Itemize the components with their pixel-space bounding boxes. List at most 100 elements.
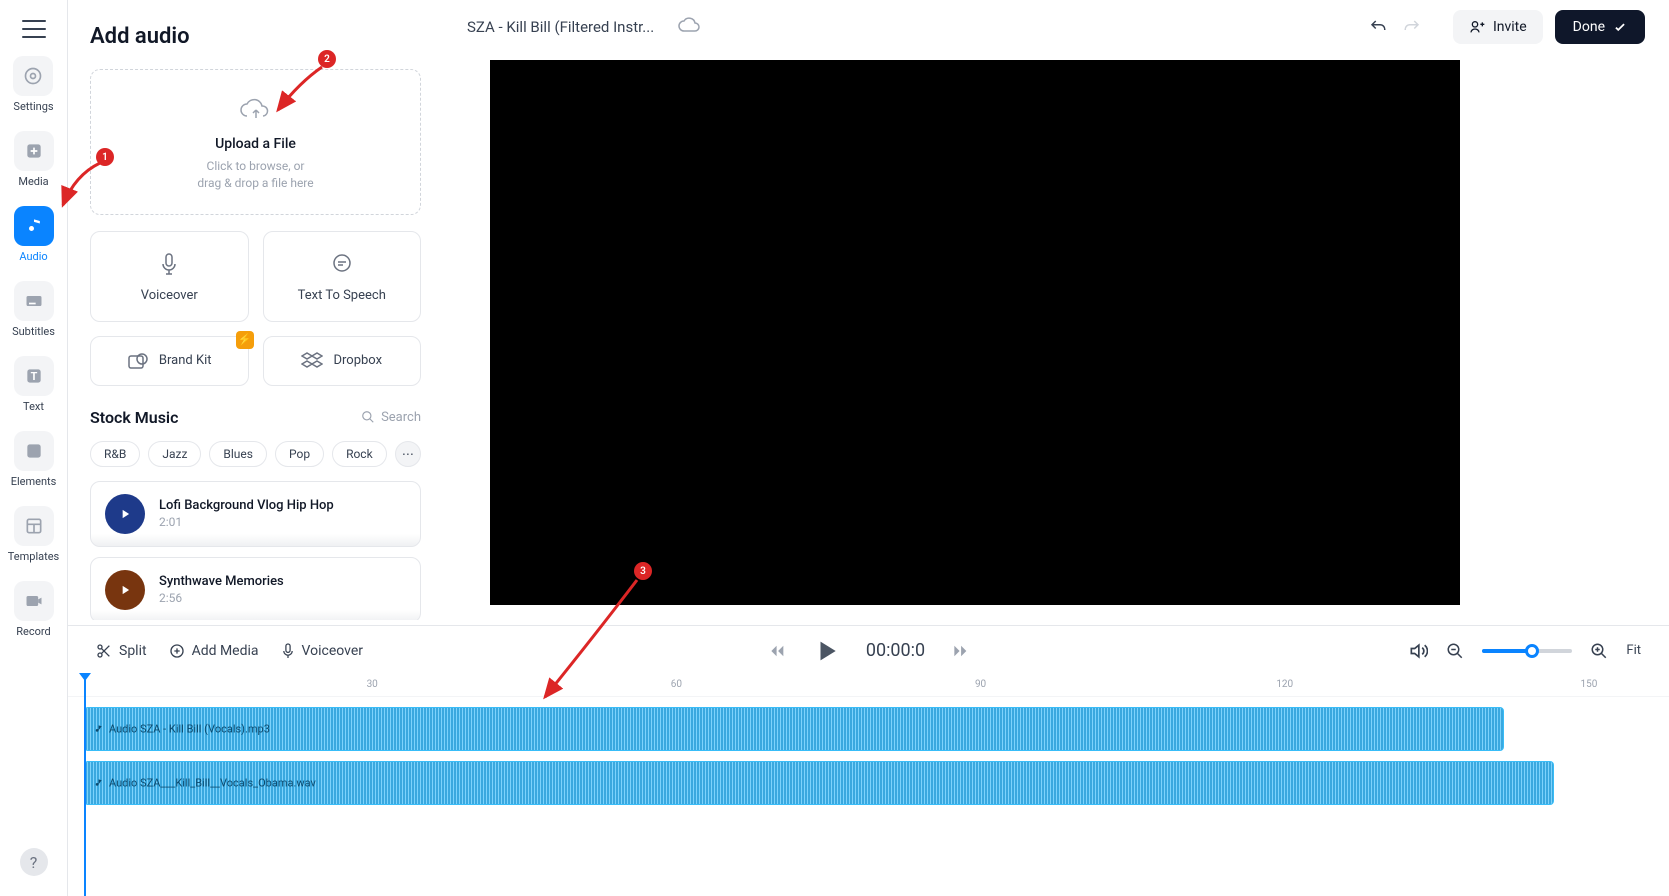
annotation-badge-1: 1 — [96, 148, 114, 166]
search-icon — [361, 410, 375, 424]
timecode: 00:00:0 — [866, 640, 925, 661]
rail-item-record[interactable]: Record — [14, 581, 54, 638]
record-icon — [14, 581, 54, 621]
rail-label: Audio — [19, 250, 47, 263]
audio-icon — [14, 206, 54, 246]
voiceover-label: Voiceover — [302, 643, 363, 659]
search-link[interactable]: Search — [361, 410, 421, 425]
timeline-toolbar: Split Add Media Voiceover 00:00:0 Fit — [68, 625, 1669, 675]
music-note-icon — [93, 778, 104, 789]
media-icon — [14, 131, 54, 171]
ruler-mark: 60 — [671, 679, 682, 690]
chip-more[interactable]: ⋯ — [395, 441, 421, 467]
timeline-ruler[interactable]: 30 60 90 120 150 — [68, 675, 1669, 697]
invite-button[interactable]: Invite — [1453, 10, 1543, 44]
play-button[interactable] — [812, 637, 840, 665]
tts-card[interactable]: Text To Speech — [263, 231, 422, 322]
dropbox-icon — [301, 351, 323, 371]
track-waveform — [91, 610, 420, 620]
card-label: Voiceover — [99, 288, 240, 303]
card-label: Brand Kit — [159, 353, 212, 368]
plus-circle-icon — [169, 643, 185, 659]
cloud-sync-icon[interactable] — [678, 16, 700, 38]
chip-blues[interactable]: Blues — [209, 441, 267, 467]
rail-item-settings[interactable]: Settings — [13, 56, 53, 113]
upload-title: Upload a File — [101, 136, 410, 152]
music-note-icon — [93, 724, 104, 735]
voiceover-card[interactable]: Voiceover — [90, 231, 249, 322]
split-button[interactable]: Split — [96, 642, 147, 660]
video-preview[interactable] — [490, 60, 1460, 605]
fit-button[interactable]: Fit — [1626, 643, 1641, 658]
track-duration: 2:01 — [159, 515, 406, 529]
clip-waveform — [85, 708, 1503, 750]
chip-rock[interactable]: Rock — [332, 441, 387, 467]
redo-button[interactable] — [1399, 14, 1425, 40]
done-button[interactable]: Done — [1555, 10, 1645, 44]
rail-label: Elements — [11, 475, 57, 488]
rail-item-elements[interactable]: Elements — [11, 431, 57, 488]
zoom-in-button[interactable] — [1590, 642, 1608, 660]
undo-button[interactable] — [1365, 14, 1391, 40]
hamburger-icon[interactable] — [22, 20, 46, 38]
annotation-badge-2: 2 — [318, 50, 336, 68]
track-title: Lofi Background Vlog Hip Hop — [159, 498, 406, 513]
chip-rnb[interactable]: R&B — [90, 441, 140, 467]
rail-label: Text — [23, 400, 44, 413]
project-title[interactable]: SZA - Kill Bill (Filtered Instr... — [467, 18, 654, 36]
templates-icon — [14, 506, 54, 546]
lightning-badge-icon: ⚡ — [236, 331, 254, 349]
dropbox-card[interactable]: Dropbox — [263, 336, 422, 386]
genre-chips: R&B Jazz Blues Pop Rock ⋯ — [90, 441, 421, 467]
playhead[interactable] — [84, 675, 86, 896]
add-media-button[interactable]: Add Media — [169, 642, 259, 660]
chip-jazz[interactable]: Jazz — [148, 441, 201, 467]
rail-item-subtitles[interactable]: Subtitles — [12, 281, 55, 338]
rail-item-media[interactable]: Media — [14, 131, 54, 188]
stock-track[interactable]: Lofi Background Vlog Hip Hop 2:01 — [90, 481, 421, 547]
rail-item-templates[interactable]: Templates — [8, 506, 59, 563]
audio-clip[interactable]: Audio SZA___Kill_Bill__Vocals_Obama.wav — [84, 761, 1554, 805]
stock-track[interactable]: Synthwave Memories 2:56 — [90, 557, 421, 620]
upload-box[interactable]: Upload a File Click to browse, or drag &… — [90, 69, 421, 215]
sidebar-title: Add audio — [90, 24, 421, 49]
rail-item-audio[interactable]: Audio — [14, 206, 54, 263]
voiceover-button[interactable]: Voiceover — [281, 642, 363, 660]
help-icon[interactable]: ? — [20, 848, 48, 876]
sidebar-panel: Add audio Upload a File Click to browse,… — [68, 0, 443, 620]
microphone-icon — [99, 250, 240, 278]
chip-pop[interactable]: Pop — [275, 441, 324, 467]
brandkit-icon — [127, 351, 149, 371]
timeline: 30 60 90 120 150 Audio SZA - Kill Bill (… — [68, 675, 1669, 896]
cloud-upload-icon — [239, 96, 273, 122]
scissors-icon — [96, 643, 112, 659]
rail-item-text[interactable]: T Text — [14, 356, 54, 413]
ruler-mark: 120 — [1276, 679, 1293, 690]
audio-clip[interactable]: Audio SZA - Kill Bill (Vocals).mp3 — [84, 707, 1504, 751]
add-media-label: Add Media — [192, 643, 259, 659]
zoom-slider[interactable] — [1482, 649, 1572, 653]
rail-label: Subtitles — [12, 325, 55, 338]
brandkit-card[interactable]: ⚡ Brand Kit — [90, 336, 249, 386]
track-thumb-icon — [105, 494, 145, 534]
subtitles-icon — [14, 281, 54, 321]
card-label: Dropbox — [333, 353, 382, 368]
topbar: SZA - Kill Bill (Filtered Instr... Invit… — [443, 0, 1669, 54]
rail-label: Record — [16, 625, 50, 638]
done-label: Done — [1573, 19, 1605, 35]
skip-back-button[interactable] — [768, 642, 786, 660]
track-thumb-icon — [105, 570, 145, 610]
ruler-mark: 90 — [975, 679, 986, 690]
split-label: Split — [119, 643, 147, 659]
zoom-handle[interactable] — [1525, 644, 1539, 658]
track-duration: 2:56 — [159, 591, 406, 605]
svg-text:T: T — [30, 370, 37, 383]
zoom-out-button[interactable] — [1446, 642, 1464, 660]
skip-forward-button[interactable] — [951, 642, 969, 660]
card-label: Text To Speech — [272, 288, 413, 303]
volume-button[interactable] — [1408, 641, 1428, 661]
settings-icon — [13, 56, 53, 96]
text-icon: T — [14, 356, 54, 396]
stock-music-title: Stock Music — [90, 408, 178, 427]
invite-icon — [1469, 19, 1485, 35]
